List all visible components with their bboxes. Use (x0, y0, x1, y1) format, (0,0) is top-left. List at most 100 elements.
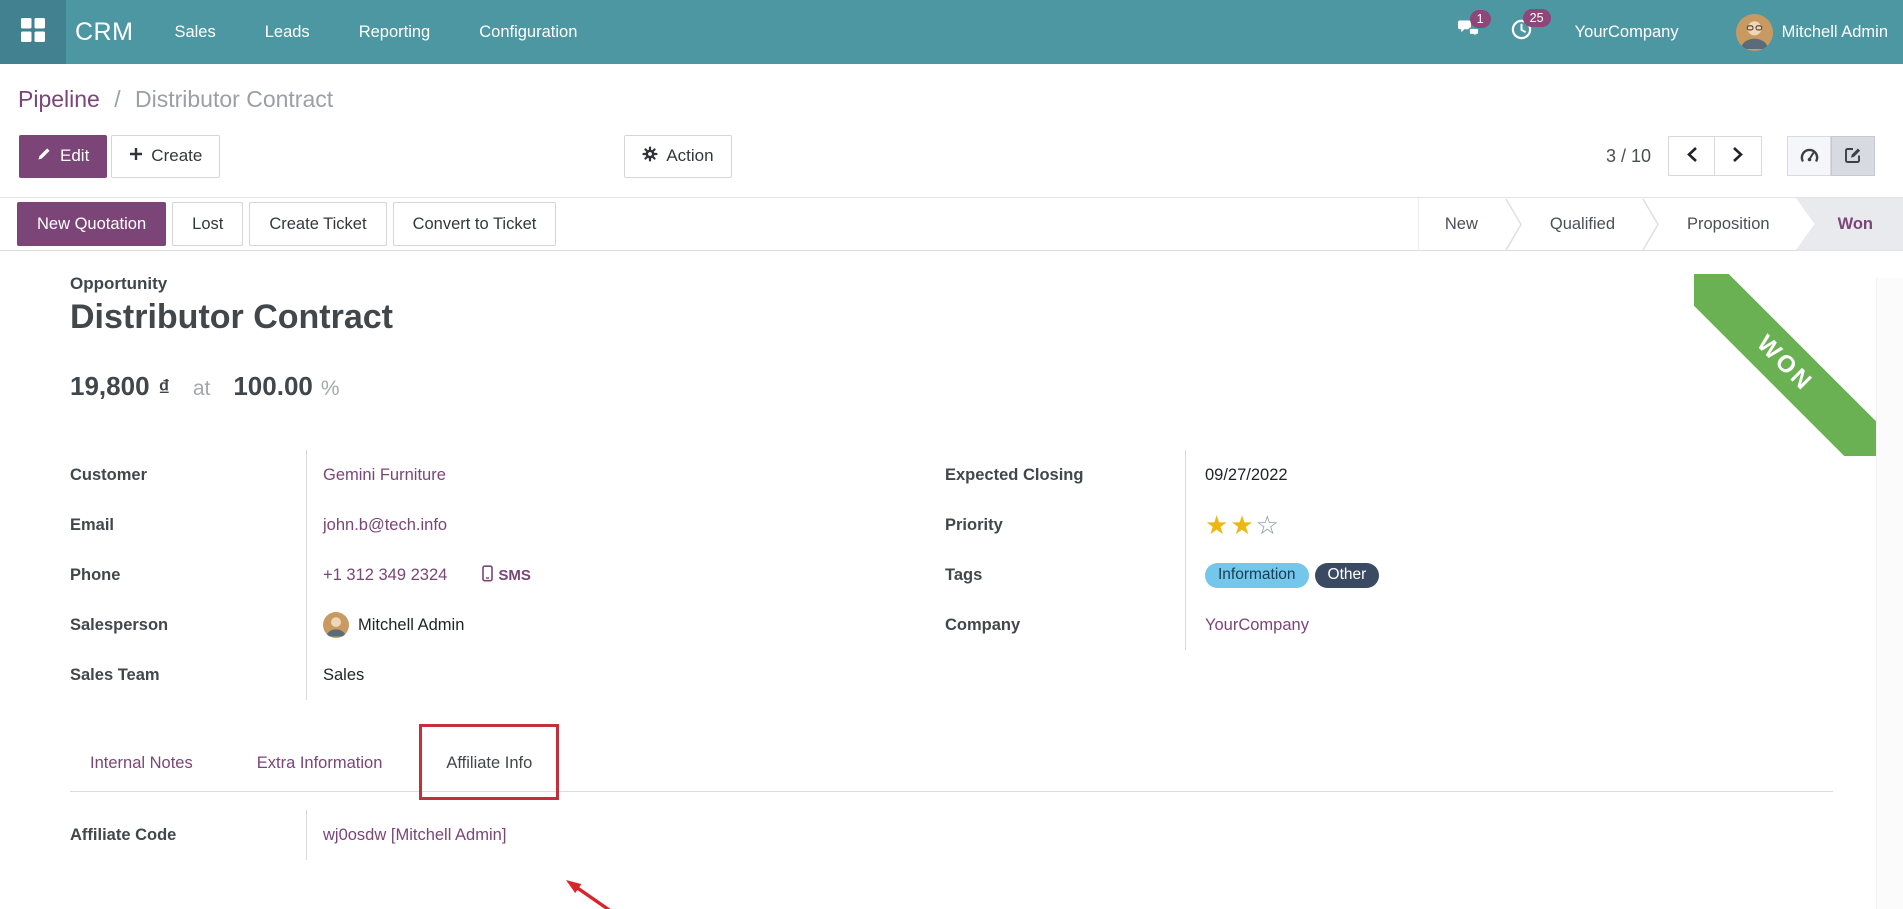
pager-next-button[interactable] (1715, 136, 1762, 176)
top-navbar: CRM Sales Leads Reporting Configuration … (0, 0, 1903, 64)
expected-revenue: 19,800 ₫ at 100.00 % (70, 371, 1903, 402)
pager-previous-button[interactable] (1668, 136, 1715, 176)
company-value[interactable]: YourCompany (1205, 616, 1309, 635)
pager (1668, 136, 1762, 176)
sales-team-label: Sales Team (70, 650, 306, 700)
breadcrumb-separator: / (114, 86, 120, 112)
apps-menu-button[interactable] (0, 0, 66, 64)
expected-closing-row: Expected Closing 09/27/2022 (945, 450, 1823, 500)
affiliate-code-label: Affiliate Code (70, 810, 306, 860)
user-menu[interactable]: Mitchell Admin (1782, 23, 1888, 42)
menu-reporting[interactable]: Reporting (359, 23, 431, 42)
tab-affiliate-info[interactable]: Affiliate Info (426, 736, 552, 791)
menu-leads[interactable]: Leads (265, 23, 310, 42)
scrollbar-track[interactable] (1876, 278, 1903, 909)
salesperson-avatar (323, 612, 349, 638)
stage-arrow-icon (1504, 198, 1524, 251)
at-label: at (193, 377, 211, 401)
field-groups: Customer Gemini Furniture Email john.b@t… (70, 450, 1823, 700)
customer-value[interactable]: Gemini Furniture (323, 466, 446, 485)
notebook-tabs: Internal Notes Extra Information Affilia… (70, 736, 1833, 792)
star-icon[interactable]: ★ (1230, 510, 1255, 541)
apps-grid-icon (20, 17, 46, 48)
new-quotation-button[interactable]: New Quotation (17, 202, 166, 246)
activities-button[interactable]: 25 (1510, 18, 1533, 46)
priority-label: Priority (945, 500, 1185, 550)
customer-label: Customer (70, 450, 306, 500)
stage-new[interactable]: New (1419, 198, 1504, 251)
affiliate-code-value[interactable]: wj0osdw [Mitchell Admin] (323, 826, 506, 845)
pager-counter: 3 / 10 (1606, 146, 1651, 167)
expected-closing-label: Expected Closing (945, 450, 1185, 500)
gauge-icon (1800, 146, 1819, 166)
tag-other[interactable]: Other (1315, 563, 1380, 588)
messages-button[interactable]: 1 (1457, 19, 1482, 45)
customer-row: Customer Gemini Furniture (70, 450, 945, 500)
sms-button[interactable]: SMS (481, 565, 531, 586)
company-switcher[interactable]: YourCompany (1575, 23, 1679, 42)
user-avatar[interactable] (1736, 14, 1773, 51)
breadcrumb-current: Distributor Contract (135, 86, 333, 112)
phone-value[interactable]: +1 312 349 2324 (323, 566, 447, 585)
plus-icon (129, 146, 143, 166)
company-label: Company (945, 600, 1185, 650)
breadcrumb: Pipeline / Distributor Contract (0, 64, 1903, 120)
phone-row: Phone +1 312 349 2324 SMS (70, 550, 945, 600)
stage-arrow-icon (1641, 198, 1661, 251)
revenue-value[interactable]: 19,800 (70, 371, 150, 402)
phone-label: Phone (70, 550, 306, 600)
activities-count-badge: 25 (1523, 9, 1551, 27)
right-field-group: Expected Closing 09/27/2022 Priority ★ ★… (945, 450, 1823, 700)
email-label: Email (70, 500, 306, 550)
tags-row: Tags Information Other (945, 550, 1823, 600)
stage-proposition[interactable]: Proposition (1661, 198, 1796, 251)
edit-form-icon (1844, 146, 1862, 167)
priority-row: Priority ★ ★ ☆ (945, 500, 1823, 550)
left-field-group: Customer Gemini Furniture Email john.b@t… (70, 450, 945, 700)
chevron-right-icon (1732, 146, 1744, 166)
opportunity-title[interactable]: Distributor Contract (70, 298, 1903, 337)
convert-to-ticket-button[interactable]: Convert to Ticket (393, 202, 557, 246)
form-sheet: WON Opportunity Distributor Contract 19,… (0, 274, 1903, 909)
company-row: Company YourCompany (945, 600, 1823, 650)
main-menu: Sales Leads Reporting Configuration (174, 23, 577, 42)
action-button[interactable]: Action (624, 135, 731, 178)
sales-team-row: Sales Team Sales (70, 650, 945, 700)
annotation-arrow (558, 872, 628, 909)
stage-qualified[interactable]: Qualified (1524, 198, 1641, 251)
percent-sign: % (321, 377, 340, 401)
email-row: Email john.b@tech.info (70, 500, 945, 550)
breadcrumb-pipeline-link[interactable]: Pipeline (18, 86, 100, 112)
control-panel: Edit Create Action 3 / 10 (0, 120, 1903, 197)
gear-icon (642, 146, 658, 167)
chevron-left-icon (1686, 146, 1698, 166)
edit-button[interactable]: Edit (19, 135, 107, 178)
salesperson-label: Salesperson (70, 600, 306, 650)
mobile-phone-icon (481, 565, 494, 586)
email-value[interactable]: john.b@tech.info (323, 516, 447, 535)
sales-team-value[interactable]: Sales (323, 666, 364, 685)
lost-button[interactable]: Lost (172, 202, 243, 246)
create-ticket-button[interactable]: Create Ticket (249, 202, 386, 246)
menu-sales[interactable]: Sales (174, 23, 215, 42)
app-name[interactable]: CRM (75, 18, 133, 47)
affiliate-code-row: Affiliate Code wj0osdw [Mitchell Admin] (70, 810, 670, 860)
kanban-view-button[interactable] (1787, 136, 1831, 176)
star-icon[interactable]: ★ (1205, 510, 1230, 541)
create-button[interactable]: Create (111, 135, 220, 178)
tags-label: Tags (945, 550, 1185, 600)
tab-extra-information[interactable]: Extra Information (237, 736, 403, 791)
stage-won[interactable]: Won (1796, 198, 1903, 251)
currency-symbol: ₫ (159, 375, 170, 401)
salesperson-value[interactable]: Mitchell Admin (358, 616, 464, 635)
tag-information[interactable]: Information (1205, 563, 1309, 588)
stage-indicator: New Qualified Proposition Won (1418, 198, 1903, 251)
probability-value[interactable]: 100.00 (233, 371, 313, 402)
expected-closing-value[interactable]: 09/27/2022 (1205, 466, 1288, 485)
tab-internal-notes[interactable]: Internal Notes (70, 736, 213, 791)
messages-count-badge: 1 (1470, 10, 1491, 28)
star-outline-icon[interactable]: ☆ (1256, 510, 1281, 541)
view-switcher (1787, 136, 1875, 176)
menu-configuration[interactable]: Configuration (479, 23, 577, 42)
form-view-button[interactable] (1831, 136, 1875, 176)
